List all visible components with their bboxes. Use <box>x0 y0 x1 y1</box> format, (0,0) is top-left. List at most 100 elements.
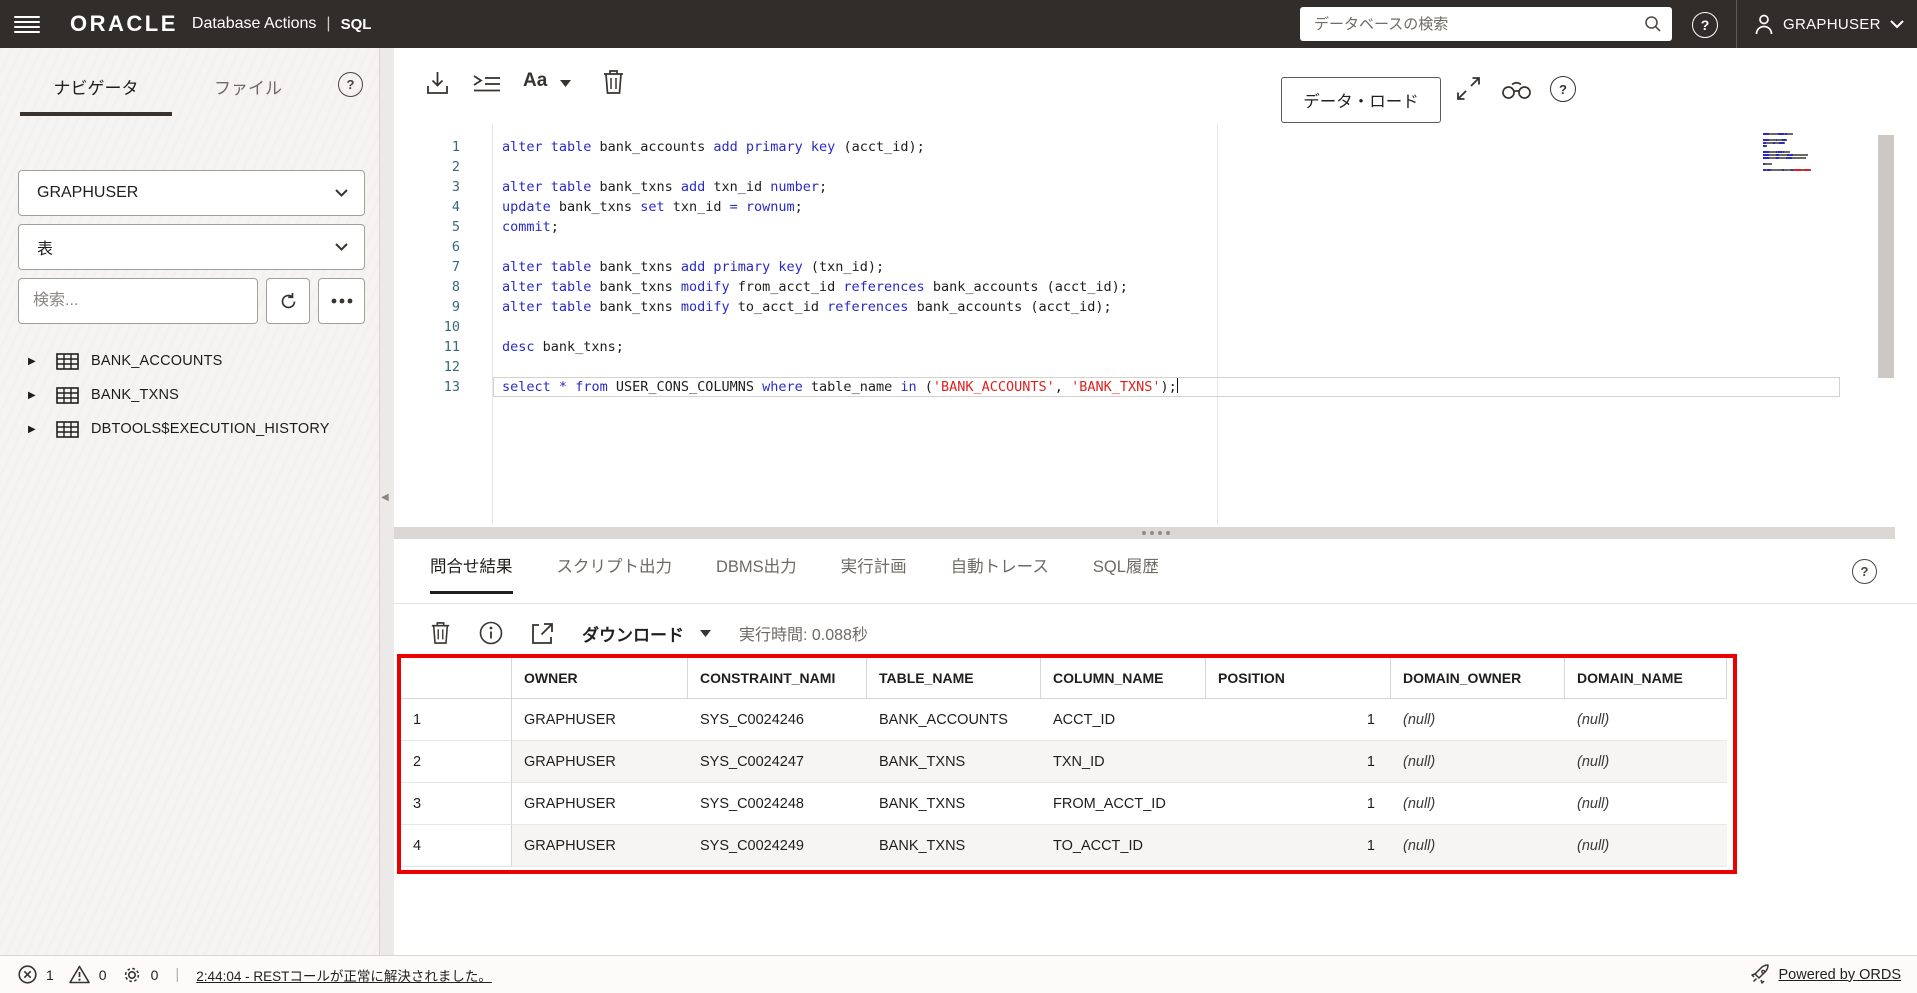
font-size-caret-icon[interactable] <box>560 80 571 87</box>
sidebar-tabs: ナビゲータファイル <box>20 60 324 116</box>
process-gear-icon[interactable] <box>122 965 142 985</box>
oracle-logo: ORACLE <box>70 11 178 37</box>
code-line-11: desc bank_txns; <box>493 337 1178 357</box>
tree-item-label: BANK_TXNS <box>91 387 179 403</box>
help-icon[interactable]: ? <box>1692 12 1718 38</box>
download-results-button[interactable]: ダウンロード <box>582 621 711 646</box>
chevron-down-icon <box>1890 20 1904 29</box>
editor-results-splitter[interactable] <box>394 527 1895 539</box>
sidebar-splitter[interactable]: ◀ <box>380 48 394 955</box>
line-number-gutter: 12345678910111213 <box>394 137 470 397</box>
font-size-button[interactable]: Aa <box>523 70 547 92</box>
tree-item-BANK_TXNS[interactable]: ▶ BANK_TXNS <box>0 378 379 412</box>
row-number-cell[interactable]: 3 <box>401 783 512 825</box>
expand-caret-icon[interactable]: ▶ <box>28 390 38 401</box>
cell-OWNER: GRAPHUSER <box>512 699 688 741</box>
text-cursor <box>1177 378 1179 393</box>
schema-select-value: GRAPHUSER <box>37 184 335 202</box>
editor-help-icon[interactable]: ? <box>1550 76 1576 102</box>
hamburger-menu-icon[interactable] <box>14 13 40 35</box>
code-line-12 <box>493 357 1178 377</box>
column-header-DOMAIN_NAME[interactable]: DOMAIN_NAME <box>1565 658 1727 698</box>
cell-DOMAIN_NAME: (null) <box>1565 741 1727 783</box>
database-search-input[interactable] <box>1300 16 1644 33</box>
column-header-OWNER[interactable]: OWNER <box>512 658 688 698</box>
object-type-select-value: 表 <box>37 235 335 259</box>
grid-corner-cell <box>401 658 512 698</box>
cell-POSITION: 1 <box>1206 699 1391 741</box>
cell-CONSTRAINT_NAMI: SYS_C0024247 <box>688 741 867 783</box>
row-number-cell[interactable]: 4 <box>401 825 512 867</box>
process-count: 0 <box>151 967 159 983</box>
sidebar-help-icon[interactable]: ? <box>338 72 363 97</box>
clear-results-icon[interactable] <box>430 620 451 646</box>
tree-item-DBTOOLS$EXECUTION_HISTORY[interactable]: ▶DBTOOLS$EXECUTION_HISTORY <box>0 412 379 446</box>
info-icon[interactable] <box>479 621 503 645</box>
query-result-grid: OWNERCONSTRAINT_NAMITABLE_NAMECOLUMN_NAM… <box>401 658 1727 867</box>
row-number-cell[interactable]: 2 <box>401 741 512 783</box>
format-code-icon[interactable] <box>472 73 502 94</box>
code-line-1: alter table bank_accounts add primary ke… <box>493 137 1178 157</box>
results-tab-実行計画[interactable]: 実行計画 <box>841 553 907 594</box>
results-tab-自動トレース[interactable]: 自動トレース <box>951 553 1049 594</box>
column-header-COLUMN_NAME[interactable]: COLUMN_NAME <box>1041 658 1206 698</box>
ords-area: Powered by ORDS <box>1750 964 1902 985</box>
column-header-TABLE_NAME[interactable]: TABLE_NAME <box>867 658 1041 698</box>
object-type-select[interactable]: 表 <box>18 224 365 270</box>
grid-header-row: OWNERCONSTRAINT_NAMITABLE_NAMECOLUMN_NAM… <box>401 658 1727 699</box>
cell-OWNER: GRAPHUSER <box>512 825 688 867</box>
code-line-9: alter table bank_txns modify to_acct_id … <box>493 297 1178 317</box>
table-row[interactable]: 4GRAPHUSERSYS_C0024249BANK_TXNSTO_ACCT_I… <box>401 825 1727 867</box>
column-header-CONSTRAINT_NAMI[interactable]: CONSTRAINT_NAMI <box>688 658 867 698</box>
navigator-sidebar: ナビゲータファイル ? GRAPHUSER 表 ▶BANK_ACCOUNTS▶B… <box>0 48 380 955</box>
refresh-button[interactable] <box>266 278 310 324</box>
collapse-sidebar-icon[interactable]: ◀ <box>381 492 389 503</box>
more-actions-button[interactable] <box>318 278 365 324</box>
results-help-icon[interactable]: ? <box>1852 559 1877 584</box>
clear-worksheet-icon[interactable] <box>602 68 625 96</box>
editor-vertical-scrollbar[interactable] <box>1878 135 1894 378</box>
cell-OWNER: GRAPHUSER <box>512 783 688 825</box>
download-worksheet-icon[interactable] <box>425 70 450 96</box>
row-number-cell[interactable]: 1 <box>401 699 512 741</box>
error-count-icon[interactable] <box>18 965 37 984</box>
sql-code-editor[interactable]: 12345678910111213 alter table bank_accou… <box>394 123 1917 525</box>
object-search-input[interactable] <box>18 278 258 324</box>
maximize-editor-icon[interactable] <box>1456 76 1481 101</box>
code-line-8: alter table bank_txns modify from_acct_i… <box>493 277 1178 297</box>
schema-select[interactable]: GRAPHUSER <box>18 170 365 216</box>
column-header-DOMAIN_OWNER[interactable]: DOMAIN_OWNER <box>1391 658 1565 698</box>
user-icon <box>1754 13 1774 35</box>
table-row[interactable]: 2GRAPHUSERSYS_C0024247BANK_TXNSTXN_ID1(n… <box>401 741 1727 783</box>
refresh-icon <box>279 292 298 311</box>
find-binoculars-icon[interactable] <box>1502 79 1531 100</box>
results-tab-DBMS出力[interactable]: DBMS出力 <box>716 553 797 594</box>
product-title: Database Actions <box>192 15 317 33</box>
powered-by-ords-link[interactable]: Powered by ORDS <box>1779 967 1902 983</box>
tree-item-BANK_ACCOUNTS[interactable]: ▶BANK_ACCOUNTS <box>0 344 379 378</box>
expand-caret-icon[interactable]: ▶ <box>28 356 38 367</box>
warning-count-icon[interactable] <box>69 965 90 984</box>
sidebar-tab-ナビゲータ[interactable]: ナビゲータ <box>20 60 172 116</box>
table-row[interactable]: 3GRAPHUSERSYS_C0024248BANK_TXNSFROM_ACCT… <box>401 783 1727 825</box>
status-message-link[interactable]: 2:44:04 - RESTコールが正常に解決されました。 <box>196 965 492 985</box>
sidebar-tab-ファイル[interactable]: ファイル <box>172 60 324 116</box>
cell-DOMAIN_OWNER: (null) <box>1391 699 1565 741</box>
context-title: SQL <box>341 16 372 33</box>
results-tab-SQL履歴[interactable]: SQL履歴 <box>1093 553 1159 594</box>
splitter-handle[interactable] <box>1142 531 1146 535</box>
table-row[interactable]: 1GRAPHUSERSYS_C0024246BANK_ACCOUNTSACCT_… <box>401 699 1727 741</box>
search-icon[interactable] <box>1644 15 1662 33</box>
results-tab-問合せ結果[interactable]: 問合せ結果 <box>430 553 513 594</box>
ellipsis-icon <box>331 298 353 304</box>
cell-DOMAIN_NAME: (null) <box>1565 825 1727 867</box>
column-header-POSITION[interactable]: POSITION <box>1206 658 1391 698</box>
data-load-button[interactable]: データ・ロード <box>1281 77 1441 123</box>
user-menu[interactable]: GRAPHUSER <box>1754 0 1904 48</box>
app-header: ORACLE Database Actions | SQL ? GRAPHUSE… <box>0 0 1917 48</box>
code-line-10 <box>493 317 1178 337</box>
results-tab-スクリプト出力[interactable]: スクリプト出力 <box>557 553 673 594</box>
open-in-new-icon[interactable] <box>531 622 554 645</box>
expand-caret-icon[interactable]: ▶ <box>28 424 38 435</box>
editor-minimap[interactable] <box>1763 133 1849 172</box>
